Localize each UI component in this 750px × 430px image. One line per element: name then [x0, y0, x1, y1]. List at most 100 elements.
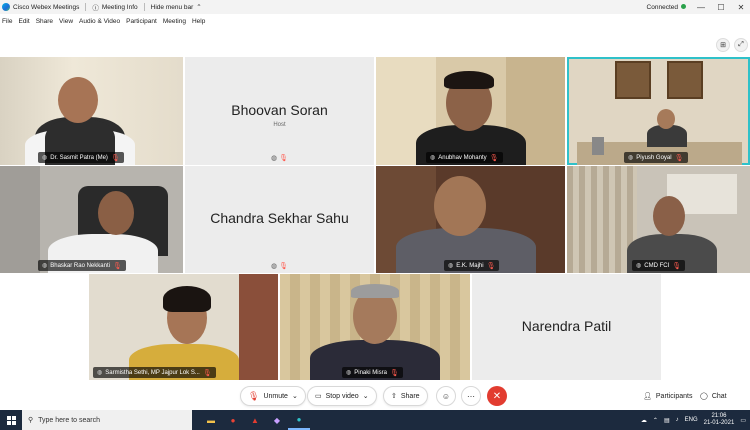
video-tile-piyush[interactable]: ◍ Piyush Goyal 🎙︎ [567, 57, 750, 165]
chat-bubble-icon: ◯ [700, 393, 708, 400]
signal-icon: ◍ [271, 155, 278, 162]
taskbar-search-input[interactable]: ⚲ Type here to search [22, 410, 192, 430]
name-tile-narendra[interactable]: Narendra Patil [472, 274, 661, 380]
language-indicator[interactable]: ENG [685, 417, 698, 423]
meeting-controls: 🎙︎ Unmute ⌄ ▭ Stop video ⌄ ⇧ Share ☺ ⋯ ✕… [0, 384, 750, 408]
connected-dot-icon [681, 3, 686, 9]
video-tile-pinaki[interactable]: ◍ Pinaki Misra 🎙︎ [280, 274, 470, 380]
meeting-info-button[interactable]: ⓘ Meeting Info [92, 2, 137, 13]
participant-name: ◍ Sarmistha Sethi, MP Jajpur Lok S... 🎙︎ [93, 367, 216, 378]
windows-logo-icon [6, 415, 16, 425]
close-icon: ✕ [492, 390, 502, 402]
video-tile-sasmit[interactable]: ◍ Dr. Sasmit Patra (Me) 🎙︎ [0, 57, 183, 165]
participant-name: Narendra Patil [521, 318, 612, 334]
menu-bar: File Edit Share View Audio & Video Parti… [0, 14, 750, 29]
close-button[interactable]: ✕ [736, 3, 746, 12]
participant-name: ◍ Pinaki Misra 🎙︎ [342, 367, 403, 378]
participant-name: ◍ Piyush Goyal 🎙︎ [624, 152, 688, 163]
mic-muted-icon: 🎙︎ [112, 262, 122, 270]
chevron-down-icon: ⌄ [362, 393, 369, 400]
menu-audio-video[interactable]: Audio & Video [79, 18, 120, 25]
tile-status-icons: ◍ 🎙︎ [185, 262, 374, 270]
participants-button[interactable]: 👤︎ Participants [636, 386, 700, 406]
mic-muted-icon: 🎙︎ [279, 155, 288, 162]
stop-video-button[interactable]: ▭ Stop video ⌄ [307, 386, 377, 406]
participant-name: ◍ Anubhav Mohanty 🎙︎ [426, 152, 503, 163]
chevron-up-icon[interactable]: ⌃ [653, 417, 658, 424]
network-icon[interactable]: ▤ [664, 417, 670, 424]
host-label: Host [273, 122, 286, 128]
mic-muted-icon: 🎙︎ [202, 369, 212, 377]
video-tile-bhaskar[interactable]: ◍ Bhaskar Rao Nekkanti 🎙︎ [0, 166, 183, 273]
mic-muted-icon: 🎙︎ [279, 263, 288, 270]
webex-logo-icon [2, 3, 10, 11]
app-icon[interactable]: ◆ [266, 410, 288, 430]
search-icon: ⚲ [28, 417, 34, 424]
signal-icon: ◍ [628, 155, 634, 161]
chevron-up-icon: ⌃ [196, 4, 202, 11]
video-tile-anubhav[interactable]: ◍ Anubhav Mohanty 🎙︎ [376, 57, 565, 165]
info-icon: ⓘ [92, 5, 99, 12]
title-bar: Cisco Webex Meetings ⓘ Meeting Info Hide… [0, 0, 750, 14]
menu-edit[interactable]: Edit [18, 18, 29, 25]
name-tile-bhoovan[interactable]: Bhoovan Soran Host ◍ 🎙︎ [185, 57, 374, 165]
layout-grid-icon[interactable]: ⊞ [716, 38, 730, 52]
video-tile-majhi[interactable]: ◍ E.K. Majhi 🎙︎ [376, 166, 565, 273]
clock[interactable]: 21:06 21-01-2021 [704, 413, 735, 427]
signal-icon: ◍ [448, 263, 454, 269]
menu-participant[interactable]: Participant [126, 18, 157, 25]
minimize-button[interactable]: — [696, 3, 706, 12]
share-button[interactable]: ⇧ Share [383, 386, 428, 406]
participant-name: Chandra Sekhar Sahu [210, 210, 349, 226]
end-meeting-button[interactable]: ✕ [487, 386, 507, 406]
participant-name: Bhoovan Soran [231, 102, 328, 118]
menu-file[interactable]: File [2, 18, 12, 25]
start-button[interactable] [0, 410, 22, 430]
signal-icon: ◍ [42, 155, 48, 161]
mic-muted-icon: 🎙︎ [674, 154, 684, 162]
signal-icon: ◍ [42, 263, 48, 269]
menu-meeting[interactable]: Meeting [163, 18, 186, 25]
webex-window: Cisco Webex Meetings ⓘ Meeting Info Hide… [0, 0, 750, 430]
signal-icon: ◍ [430, 155, 436, 161]
menu-view[interactable]: View [59, 18, 73, 25]
video-camera-icon: ▭ [315, 393, 322, 400]
participant-name: ◍ E.K. Majhi 🎙︎ [444, 260, 500, 271]
menu-share[interactable]: Share [36, 18, 53, 25]
signal-icon: ◍ [271, 263, 278, 270]
person-icon: 👤︎ [643, 393, 652, 400]
unmute-button[interactable]: 🎙︎ Unmute ⌄ [240, 386, 306, 406]
participant-name: ◍ Dr. Sasmit Patra (Me) 🎙︎ [38, 152, 124, 163]
share-icon: ⇧ [391, 393, 397, 400]
mic-muted-icon: 🎙︎ [248, 390, 260, 401]
maximize-button[interactable]: ☐ [716, 3, 726, 12]
mic-muted-icon: 🎙︎ [110, 154, 120, 162]
signal-icon: ◍ [346, 370, 352, 376]
mic-muted-icon: 🎙︎ [489, 154, 499, 162]
reactions-button[interactable]: ☺ [436, 386, 456, 406]
video-tile-sarmistha[interactable]: ◍ Sarmistha Sethi, MP Jajpur Lok S... 🎙︎ [89, 274, 278, 380]
hide-menu-bar-button[interactable]: Hide menu bar ⌃ [151, 3, 202, 12]
fullscreen-icon[interactable]: ⤢ [734, 38, 748, 52]
name-tile-chandra[interactable]: Chandra Sekhar Sahu ◍ 🎙︎ [185, 166, 374, 273]
video-tile-cmd[interactable]: ◍ CMD FCI 🎙︎ [567, 166, 750, 273]
volume-icon[interactable]: ♪ [676, 417, 679, 423]
windows-taskbar: ⚲ Type here to search ▬ ● ▲ ◆ ● ☁ ⌃ ▤ ♪ … [0, 410, 750, 430]
more-options-button[interactable]: ⋯ [461, 386, 481, 406]
signal-icon: ◍ [97, 370, 103, 376]
tile-status-icons: ◍ 🎙︎ [185, 154, 374, 162]
more-icon: ⋯ [467, 391, 475, 401]
chrome-icon[interactable]: ● [222, 410, 244, 430]
system-tray: ☁ ⌃ ▤ ♪ ENG 21:06 21-01-2021 ▭ [641, 410, 746, 430]
notification-icon[interactable]: ▭ [740, 417, 746, 424]
mic-muted-icon: 🎙︎ [389, 369, 399, 377]
menu-help[interactable]: Help [192, 18, 205, 25]
chevron-down-icon: ⌄ [291, 393, 298, 400]
connection-status: Connected [647, 3, 686, 11]
acrobat-icon[interactable]: ▲ [244, 410, 266, 430]
weather-icon[interactable]: ☁ [641, 417, 647, 424]
webex-taskbar-icon[interactable]: ● [288, 410, 310, 430]
file-explorer-icon[interactable]: ▬ [200, 410, 222, 430]
participant-name: ◍ CMD FCI 🎙︎ [632, 260, 686, 271]
chat-button[interactable]: ◯ Chat [693, 386, 734, 406]
